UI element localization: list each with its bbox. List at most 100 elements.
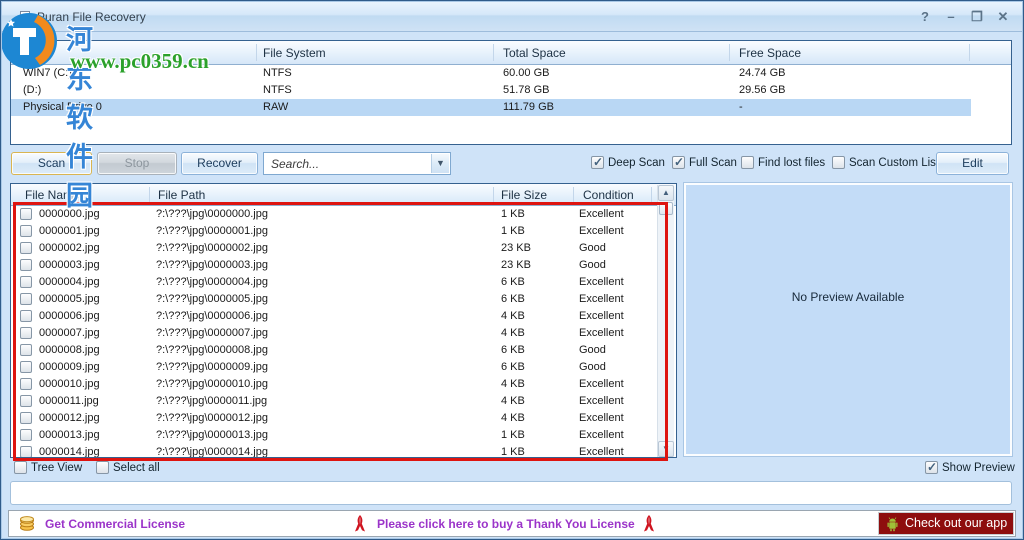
select-all-checkbox[interactable] <box>96 461 109 474</box>
edit-button[interactable]: Edit <box>936 152 1009 175</box>
table-row[interactable]: 0000012.jpg ?:\???\jpg\0000012.jpg 4 KB … <box>11 410 676 427</box>
column-header-condition[interactable]: Condition <box>583 188 634 202</box>
column-header-filesystem[interactable]: File System <box>263 46 326 60</box>
table-row[interactable]: 0000006.jpg ?:\???\jpg\0000006.jpg 4 KB … <box>11 308 676 325</box>
file-condition-cell: Excellent <box>579 446 624 457</box>
column-separator <box>493 187 494 202</box>
row-checkbox[interactable] <box>20 310 32 322</box>
find-lost-files-checkbox[interactable] <box>741 156 754 169</box>
coins-icon <box>19 515 35 536</box>
row-checkbox[interactable] <box>20 361 32 373</box>
title-bar: Puran File Recovery ? – ❐ ✕ <box>1 1 1023 32</box>
file-path-cell: ?:\???\jpg\0000002.jpg <box>156 242 268 254</box>
row-checkbox[interactable] <box>20 242 32 254</box>
table-row[interactable]: 0000004.jpg ?:\???\jpg\0000004.jpg 6 KB … <box>11 274 676 291</box>
table-row[interactable]: 0000008.jpg ?:\???\jpg\0000008.jpg 6 KB … <box>11 342 676 359</box>
row-checkbox[interactable] <box>20 293 32 305</box>
file-path-cell: ?:\???\jpg\0000005.jpg <box>156 293 268 305</box>
drive-row-selected[interactable]: Physical Drive 0 RAW 111.79 GB - <box>11 99 1011 116</box>
table-row[interactable]: 0000007.jpg ?:\???\jpg\0000007.jpg 4 KB … <box>11 325 676 342</box>
drive-table-header: Drive File System Total Space Free Space <box>11 41 1011 65</box>
show-preview-checkbox[interactable] <box>925 460 938 474</box>
maximize-icon[interactable]: ❐ <box>967 8 987 25</box>
help-icon[interactable]: ? <box>915 8 935 25</box>
row-checkbox[interactable] <box>20 395 32 407</box>
drive-fs-cell: RAW <box>263 101 289 113</box>
license-bar: Get Commercial License Please click here… <box>8 510 1016 537</box>
file-condition-cell: Excellent <box>579 208 624 220</box>
column-header-freespace[interactable]: Free Space <box>739 46 801 60</box>
file-name-cell: 0000011.jpg <box>39 395 99 407</box>
row-checkbox[interactable] <box>20 446 32 457</box>
drive-row[interactable]: WIN7 (C:) NTFS 60.00 GB 24.74 GB <box>11 65 1011 82</box>
search-placeholder[interactable]: Search... <box>271 157 319 171</box>
drive-name-cell: Physical Drive 0 <box>23 101 102 113</box>
column-header-totalspace[interactable]: Total Space <box>503 46 566 60</box>
recover-button[interactable]: Recover <box>181 152 258 175</box>
column-separator <box>149 187 150 202</box>
row-checkbox[interactable] <box>20 412 32 424</box>
file-condition-cell: Excellent <box>579 293 624 305</box>
table-row[interactable]: 0000009.jpg ?:\???\jpg\0000009.jpg 6 KB … <box>11 359 676 376</box>
file-path-cell: ?:\???\jpg\0000011.jpg <box>156 395 268 407</box>
table-row[interactable]: 0000014.jpg ?:\???\jpg\0000014.jpg 1 KB … <box>11 444 676 457</box>
scrollbar-thumb[interactable] <box>659 202 673 215</box>
column-header-filename[interactable]: File Name <box>25 188 80 202</box>
column-header-filesize[interactable]: File Size <box>501 188 547 202</box>
row-checkbox[interactable] <box>20 344 32 356</box>
show-preview-label: Show Preview <box>942 462 1015 474</box>
row-checkbox[interactable] <box>20 429 32 441</box>
drive-row[interactable]: (D:) NTFS 51.78 GB 29.56 GB <box>11 82 1011 99</box>
file-condition-cell: Excellent <box>579 327 624 339</box>
close-icon[interactable]: ✕ <box>993 8 1013 25</box>
row-checkbox[interactable] <box>20 208 32 220</box>
chevron-down-icon[interactable]: ▼ <box>431 154 449 173</box>
row-checkbox[interactable] <box>20 276 32 288</box>
row-checkbox[interactable] <box>20 225 32 237</box>
column-header-drive[interactable]: Drive <box>23 46 51 60</box>
table-row[interactable]: 0000003.jpg ?:\???\jpg\0000003.jpg 23 KB… <box>11 257 676 274</box>
file-path-cell: ?:\???\jpg\0000012.jpg <box>156 412 268 424</box>
preview-pane: No Preview Available <box>684 183 1012 456</box>
file-size-cell: 6 KB <box>501 293 525 305</box>
check-out-app-label: Check out our app <box>905 516 1008 530</box>
get-commercial-license-link[interactable]: Get Commercial License <box>45 517 185 531</box>
scan-custom-list-checkbox[interactable] <box>832 156 845 169</box>
full-scan-checkbox[interactable] <box>672 155 685 169</box>
thank-you-license-link[interactable]: Please click here to buy a Thank You Lic… <box>377 517 635 531</box>
tree-view-checkbox[interactable] <box>14 461 27 474</box>
table-row[interactable]: 0000000.jpg ?:\???\jpg\0000000.jpg 1 KB … <box>11 206 676 223</box>
file-size-cell: 6 KB <box>501 361 525 373</box>
scroll-down-icon[interactable]: ▼ <box>658 441 674 457</box>
search-combobox[interactable]: Search... ▼ <box>263 152 451 175</box>
column-separator <box>493 44 494 61</box>
table-row[interactable]: 0000005.jpg ?:\???\jpg\0000005.jpg 6 KB … <box>11 291 676 308</box>
android-icon <box>887 517 898 532</box>
table-row[interactable]: 0000010.jpg ?:\???\jpg\0000010.jpg 4 KB … <box>11 376 676 393</box>
file-name-cell: 0000001.jpg <box>39 225 100 237</box>
app-icon <box>18 10 32 24</box>
row-checkbox[interactable] <box>20 378 32 390</box>
file-path-cell: ?:\???\jpg\0000004.jpg <box>156 276 268 288</box>
minimize-icon[interactable]: – <box>941 8 961 25</box>
file-size-cell: 4 KB <box>501 327 525 339</box>
drive-total-cell: 111.79 GB <box>503 101 554 113</box>
window-title: Puran File Recovery <box>37 10 146 24</box>
file-name-cell: 0000006.jpg <box>39 310 100 322</box>
table-row[interactable]: 0000001.jpg ?:\???\jpg\0000001.jpg 1 KB … <box>11 223 676 240</box>
vertical-scrollbar[interactable]: ▲ ▼ <box>657 185 674 457</box>
column-header-filepath[interactable]: File Path <box>158 188 205 202</box>
scan-button[interactable]: Scan <box>11 152 92 175</box>
deep-scan-checkbox[interactable] <box>591 155 604 169</box>
table-row[interactable]: 0000013.jpg ?:\???\jpg\0000013.jpg 1 KB … <box>11 427 676 444</box>
row-checkbox[interactable] <box>20 327 32 339</box>
table-row[interactable]: 0000002.jpg ?:\???\jpg\0000002.jpg 23 KB… <box>11 240 676 257</box>
file-name-cell: 0000002.jpg <box>39 242 100 254</box>
stop-button[interactable]: Stop <box>97 152 177 175</box>
deep-scan-label: Deep Scan <box>608 157 665 169</box>
file-name-cell: 0000013.jpg <box>39 429 100 441</box>
table-row[interactable]: 0000011.jpg ?:\???\jpg\0000011.jpg 4 KB … <box>11 393 676 410</box>
scroll-up-icon[interactable]: ▲ <box>658 185 674 201</box>
row-checkbox[interactable] <box>20 259 32 271</box>
check-out-app-button[interactable]: Check out our app <box>878 512 1014 535</box>
